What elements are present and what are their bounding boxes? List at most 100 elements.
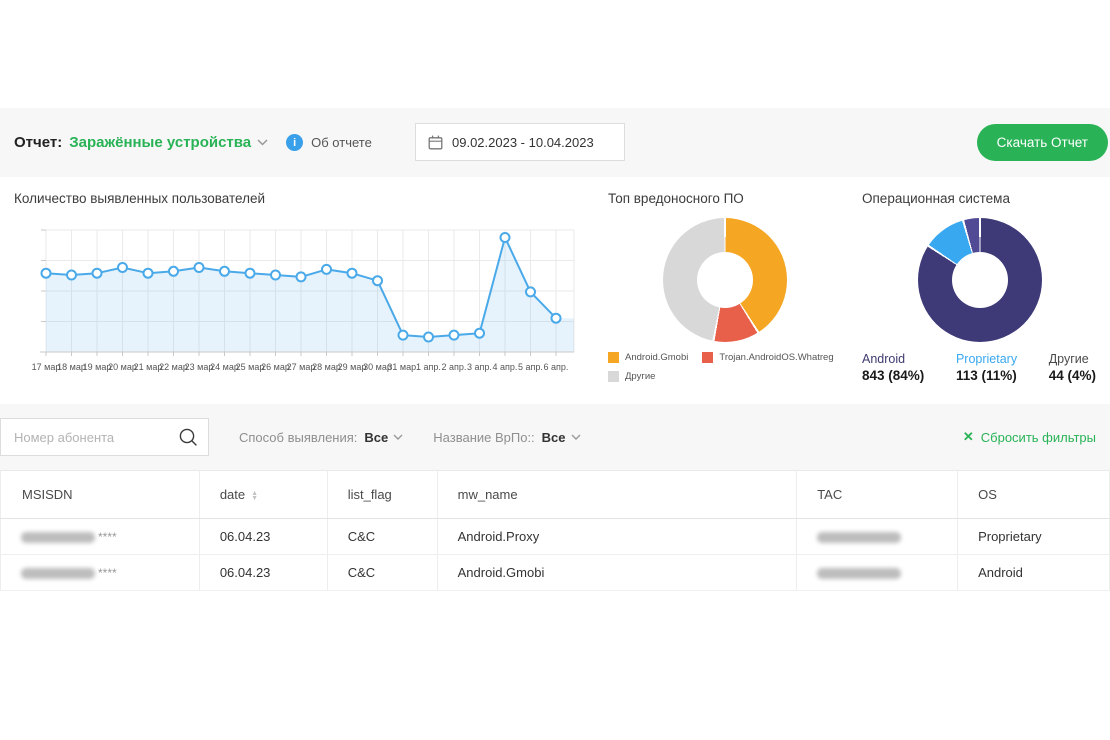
svg-text:3 апр.: 3 апр. bbox=[467, 362, 492, 372]
charts-card: Количество выявленных пользователей 17 м… bbox=[0, 177, 1110, 404]
chevron-down-icon bbox=[393, 434, 403, 440]
svg-text:4 апр.: 4 апр. bbox=[493, 362, 518, 372]
legend-swatch bbox=[702, 352, 713, 363]
svg-text:5 апр.: 5 апр. bbox=[518, 362, 543, 372]
cell-list-flag: C&C bbox=[327, 519, 437, 555]
users-line-chart-section: Количество выявленных пользователей 17 м… bbox=[0, 191, 600, 404]
malware-filter-select[interactable]: Все bbox=[542, 430, 581, 445]
os-stats: Android 843 (84%) Proprietary 113 (11%) Друг… bbox=[850, 342, 1110, 383]
blurred-msisdn bbox=[21, 532, 95, 543]
legend-label: Android.Gmobi bbox=[625, 352, 688, 363]
malware-donut-section: Топ вредоносного ПО Android.Gmobi Trojan.… bbox=[600, 191, 850, 404]
cell-tac bbox=[797, 555, 958, 591]
svg-text:18 мар: 18 мар bbox=[57, 362, 86, 372]
report-label: Отчет: bbox=[14, 134, 62, 151]
malware-filter: Название ВрПо:: Все bbox=[433, 430, 580, 445]
legend-item: Trojan.AndroidOS.Whatreg bbox=[702, 352, 833, 363]
malware-legend: Android.Gmobi Trojan.AndroidOS.Whatreg Дру… bbox=[600, 342, 850, 382]
close-icon: ✕ bbox=[963, 429, 974, 445]
malware-donut-chart bbox=[663, 218, 787, 342]
cell-os: Android bbox=[958, 555, 1110, 591]
cell-date: 06.04.23 bbox=[199, 555, 327, 591]
column-header-date[interactable]: date ▲▼ bbox=[199, 471, 327, 519]
about-report-link[interactable]: Об отчете bbox=[311, 135, 372, 150]
os-stat: Proprietary 113 (11%) bbox=[956, 352, 1017, 383]
svg-text:20 мар: 20 мар bbox=[108, 362, 137, 372]
svg-text:28 мар: 28 мар bbox=[312, 362, 341, 372]
table-header-row: MSISDN date▲▼ list_flag mw_name TAC OS bbox=[1, 471, 1110, 519]
svg-text:17 мар: 17 мар bbox=[32, 362, 61, 372]
cell-msisdn: **** bbox=[1, 555, 200, 591]
donut-hole bbox=[697, 252, 753, 308]
os-stat-value: 843 (84%) bbox=[862, 368, 924, 383]
cell-mw-name: Android.Proxy bbox=[437, 519, 797, 555]
line-chart: 17 мар18 мар19 мар20 мар21 мар22 мар23 м… bbox=[0, 220, 600, 392]
detection-filter-select[interactable]: Все bbox=[364, 430, 403, 445]
column-header-os: OS bbox=[958, 471, 1110, 519]
svg-text:19 мар: 19 мар bbox=[83, 362, 112, 372]
msisdn-mask-suffix: **** bbox=[98, 530, 117, 544]
column-header-mw-name: mw_name bbox=[437, 471, 797, 519]
os-stat-label: Android bbox=[862, 352, 924, 366]
legend-swatch bbox=[608, 352, 619, 363]
os-donut-section: Операционная система Android 843 (84%) Pro… bbox=[850, 191, 1110, 404]
sort-icon[interactable]: ▲▼ bbox=[251, 491, 258, 501]
svg-text:21 мар: 21 мар bbox=[134, 362, 163, 372]
malware-chart-title: Топ вредоносного ПО bbox=[600, 191, 850, 206]
top-spacer bbox=[0, 0, 1110, 108]
legend-label: Trojan.AndroidOS.Whatreg bbox=[719, 352, 833, 363]
os-stat: Другие 44 (4%) bbox=[1049, 352, 1096, 383]
date-range-value: 09.02.2023 - 10.04.2023 bbox=[452, 135, 594, 150]
os-stat-label: Proprietary bbox=[956, 352, 1017, 366]
report-select[interactable]: Заражённые устройства bbox=[69, 134, 268, 151]
svg-text:24 мар: 24 мар bbox=[210, 362, 239, 372]
svg-text:27 мар: 27 мар bbox=[287, 362, 316, 372]
download-report-button[interactable]: Скачать Отчет bbox=[977, 124, 1108, 161]
calendar-icon bbox=[428, 135, 443, 150]
os-donut-chart bbox=[918, 218, 1042, 342]
os-stat-value: 44 (4%) bbox=[1049, 368, 1096, 383]
info-icon[interactable]: i bbox=[286, 134, 303, 151]
table-row: ****06.04.23C&CAndroid.ProxyProprietary bbox=[1, 519, 1110, 555]
blurred-tac bbox=[817, 568, 901, 579]
malware-filter-value: Все bbox=[542, 430, 566, 445]
svg-text:26 мар: 26 мар bbox=[261, 362, 290, 372]
msisdn-mask-suffix: **** bbox=[98, 566, 117, 580]
column-header-list-flag: list_flag bbox=[327, 471, 437, 519]
detection-filter-label: Способ выявления: bbox=[239, 430, 357, 445]
search-icon[interactable] bbox=[178, 427, 199, 448]
os-stat-label: Другие bbox=[1049, 352, 1096, 366]
svg-text:25 мар: 25 мар bbox=[236, 362, 265, 372]
search-box[interactable] bbox=[0, 418, 209, 456]
report-name: Заражённые устройства bbox=[69, 134, 251, 151]
cell-mw-name: Android.Gmobi bbox=[437, 555, 797, 591]
cell-os: Proprietary bbox=[958, 519, 1110, 555]
line-chart-svg: 17 мар18 мар19 мар20 мар21 мар22 мар23 м… bbox=[26, 220, 586, 392]
svg-text:23 мар: 23 мар bbox=[185, 362, 214, 372]
date-range-picker[interactable]: 09.02.2023 - 10.04.2023 bbox=[415, 123, 625, 161]
cell-list-flag: C&C bbox=[327, 555, 437, 591]
detection-filter-value: Все bbox=[364, 430, 388, 445]
detection-filter: Способ выявления: Все bbox=[239, 430, 403, 445]
os-chart-title: Операционная система bbox=[850, 191, 1110, 206]
svg-text:22 мар: 22 мар bbox=[159, 362, 188, 372]
os-stat: Android 843 (84%) bbox=[862, 352, 924, 383]
svg-text:6 апр.: 6 апр. bbox=[544, 362, 569, 372]
legend-item: Android.Gmobi bbox=[608, 352, 688, 363]
malware-filter-label: Название ВрПо:: bbox=[433, 430, 534, 445]
column-header-tac: TAC bbox=[797, 471, 958, 519]
svg-text:1 апр.: 1 апр. bbox=[416, 362, 441, 372]
os-stat-value: 113 (11%) bbox=[956, 368, 1017, 383]
filter-bar: Способ выявления: Все Название ВрПо:: Вс… bbox=[0, 404, 1110, 470]
reset-filters-button[interactable]: ✕ Сбросить фильтры bbox=[963, 429, 1096, 445]
legend-label: Другие bbox=[625, 371, 655, 382]
donut-hole bbox=[952, 252, 1008, 308]
cell-msisdn: **** bbox=[1, 519, 200, 555]
blurred-tac bbox=[817, 532, 901, 543]
search-input[interactable] bbox=[1, 419, 208, 455]
report-header: Отчет: Заражённые устройства i Об отчете… bbox=[0, 108, 1110, 177]
column-header-date-label: date bbox=[220, 487, 245, 502]
legend-swatch bbox=[608, 371, 619, 382]
chevron-down-icon bbox=[257, 139, 268, 146]
legend-item: Другие bbox=[608, 371, 655, 382]
